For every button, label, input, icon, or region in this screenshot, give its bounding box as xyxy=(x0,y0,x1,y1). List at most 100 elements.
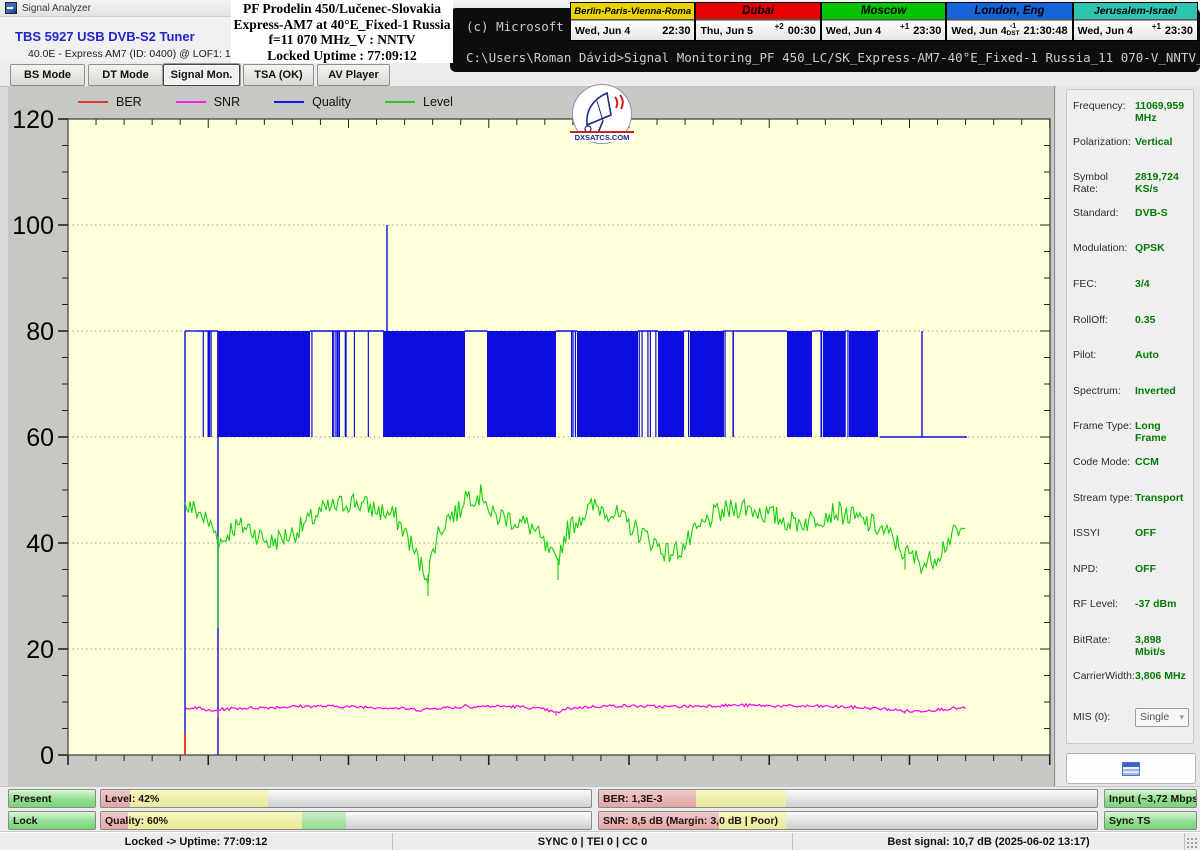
clock-time: 23:30 xyxy=(1165,25,1193,37)
caption-line-2: Express-AM7 at 40°E_Fixed-1 Russia xyxy=(231,17,453,33)
clock-time: 23:30 xyxy=(913,25,941,37)
ber-bar-label: BER: 1,3E-3 xyxy=(603,793,663,805)
status-best-signal: Best signal: 10,7 dB (2025-06-02 13:17) xyxy=(793,833,1185,850)
logo-text: DXSATCS.COM xyxy=(570,131,634,142)
legend-item-level: Level xyxy=(385,95,453,109)
clock-jerusalem-israel: Jerusalem-IsraelWed, Jun 4+123:30 xyxy=(1074,3,1197,40)
param-row-npd-: NPD:OFF xyxy=(1067,559,1193,595)
param-label: RollOff: xyxy=(1073,314,1135,326)
syncts-indicator-label: Sync TS xyxy=(1109,815,1150,827)
device-name: TBS 5927 USB DVB-S2 Tuner xyxy=(15,29,195,44)
legend-label: BER xyxy=(116,95,142,109)
world-clocks-widget[interactable]: Berlin-Paris-Vienna-RomaWed, Jun 422:30D… xyxy=(570,2,1198,41)
bar-segment-yellow xyxy=(696,790,786,807)
clock-berlin-paris-vienna-roma: Berlin-Paris-Vienna-RomaWed, Jun 422:30 xyxy=(571,3,694,40)
clock-city: Jerusalem-Israel xyxy=(1074,3,1197,20)
param-label: Spectrum: xyxy=(1073,385,1135,397)
clock-city: Moscow xyxy=(822,3,945,20)
input-indicator-label: Input (~3,72 Mbps) xyxy=(1109,793,1197,805)
param-row-code-mode-: Code Mode:CCM xyxy=(1067,452,1193,488)
clock-utc-offset: +1 xyxy=(1152,22,1161,31)
quality-bar: Quality: 60% xyxy=(100,811,592,830)
param-value: Vertical xyxy=(1135,136,1172,148)
param-row-issyi: ISSYIOFF xyxy=(1067,523,1193,559)
param-value: 11069,959 MHz xyxy=(1135,100,1187,124)
monitoring-caption: PF Prodelin 450/Lučenec-Slovakia Express… xyxy=(231,0,453,63)
param-row-rolloff-: RollOff:0.35 xyxy=(1067,310,1193,346)
clock-date: Thu, Jun 5 xyxy=(700,25,753,37)
param-row-standard-: Standard:DVB-S xyxy=(1067,203,1193,239)
legend-item-ber: BER xyxy=(78,95,142,109)
chevron-down-icon: ▾ xyxy=(1179,712,1184,723)
param-row-modulation-: Modulation:QPSK xyxy=(1067,238,1193,274)
clock-datetime: Thu, Jun 5+200:30 xyxy=(696,20,819,40)
tab-tsa-ok-[interactable]: TSA (OK) xyxy=(243,64,314,86)
legend-item-snr: SNR xyxy=(176,95,240,109)
param-value: Auto xyxy=(1135,349,1159,361)
mis-dropdown[interactable]: Single ▾ xyxy=(1135,708,1189,727)
param-label: RF Level: xyxy=(1073,598,1135,610)
list-icon xyxy=(1122,762,1140,776)
param-row-frame-type-: Frame Type:Long Frame xyxy=(1067,416,1193,452)
param-label: Modulation: xyxy=(1073,242,1135,254)
quality-bar-label: Quality: 60% xyxy=(105,815,168,827)
lock-indicator: Lock xyxy=(8,811,96,830)
ts-info-button[interactable] xyxy=(1066,753,1196,784)
clock-utc-offset: +1 xyxy=(900,22,909,31)
param-value: Transport xyxy=(1135,492,1183,504)
terminal-command-line: C:\Users\Roman Dávid>Signal Monitoring_P… xyxy=(466,50,1200,65)
indicator-bars: Present Level: 42% BER: 1,3E-3 Input (~3,72… xyxy=(0,786,1200,833)
param-value: 3,806 MHz xyxy=(1135,670,1186,682)
legend-label: Quality xyxy=(312,95,351,109)
param-row-spectrum-: Spectrum:Inverted xyxy=(1067,381,1193,417)
input-indicator: Input (~3,72 Mbps) xyxy=(1104,789,1197,808)
dxsatcs-logo: DXSATCS.COM xyxy=(570,84,634,148)
param-label: Standard: xyxy=(1073,207,1135,219)
param-label: BitRate: xyxy=(1073,634,1135,646)
clock-datetime: Wed, Jun 4-1DST21:30:48 xyxy=(947,20,1071,40)
tab-bs-mode[interactable]: BS Mode xyxy=(10,64,85,86)
tab-av-player[interactable]: AV Player xyxy=(317,64,390,86)
tab-signal-mon-[interactable]: Signal Mon. xyxy=(163,64,240,86)
clock-dubai: DubaiThu, Jun 5+200:30 xyxy=(696,3,819,40)
clock-utc-offset: -1DST xyxy=(1007,24,1020,37)
param-label: Frequency: xyxy=(1073,100,1135,112)
param-label: Symbol Rate: xyxy=(1073,171,1135,195)
resize-grip[interactable] xyxy=(1186,837,1198,849)
clock-datetime: Wed, Jun 422:30 xyxy=(571,20,694,40)
present-indicator: Present xyxy=(8,789,96,808)
chart-legend: BER SNR Quality Level xyxy=(78,94,453,110)
param-label: NPD: xyxy=(1073,563,1135,575)
panel-splitter[interactable] xyxy=(1054,86,1055,786)
legend-label: SNR xyxy=(214,95,240,109)
clock-moscow: Moscow Wed, Jun 4 +1 23:30 xyxy=(822,3,945,40)
clock-time: 21:30:48 xyxy=(1024,25,1068,37)
param-row-polarization-: Polarization:Vertical xyxy=(1067,132,1193,168)
parameter-group: Frequency:11069,959 MHzPolarization:Vert… xyxy=(1066,89,1194,744)
param-label: Stream type: xyxy=(1073,492,1135,504)
param-row-stream-type-: Stream type:Transport xyxy=(1067,488,1193,524)
param-label: ISSYI xyxy=(1073,527,1135,539)
clock-date: Wed, Jun 4 xyxy=(826,25,881,37)
clock-city: Dubai xyxy=(696,3,819,20)
quality-legend-line-icon xyxy=(274,101,304,103)
lock-indicator-label: Lock xyxy=(13,815,38,827)
parameter-panel: Frequency:11069,959 MHzPolarization:Vert… xyxy=(1056,86,1200,786)
clock-london-eng: London, EngWed, Jun 4-1DST21:30:48 xyxy=(947,3,1071,40)
level-bar: Level: 42% xyxy=(100,789,592,808)
param-row-pilot-: Pilot:Auto xyxy=(1067,345,1193,381)
present-indicator-label: Present xyxy=(13,793,52,805)
param-row-frequency-: Frequency:11069,959 MHz xyxy=(1067,96,1193,132)
caption-line-1: PF Prodelin 450/Lučenec-Slovakia xyxy=(231,1,453,17)
param-value: CCM xyxy=(1135,456,1159,468)
param-label: FEC: xyxy=(1073,278,1135,290)
clock-datetime: Wed, Jun 4+123:30 xyxy=(1074,20,1197,40)
param-value: 3/4 xyxy=(1135,278,1150,290)
tab-dt-mode[interactable]: DT Mode xyxy=(88,64,163,86)
clock-time: 00:30 xyxy=(788,25,816,37)
param-row-symbol-rate-: Symbol Rate:2819,724 KS/s xyxy=(1067,167,1193,203)
param-row-bitrate-: BitRate:3,898 Mbit/s xyxy=(1067,630,1193,666)
param-value: OFF xyxy=(1135,527,1156,539)
param-value: QPSK xyxy=(1135,242,1165,254)
mis-value: Single xyxy=(1140,711,1169,723)
